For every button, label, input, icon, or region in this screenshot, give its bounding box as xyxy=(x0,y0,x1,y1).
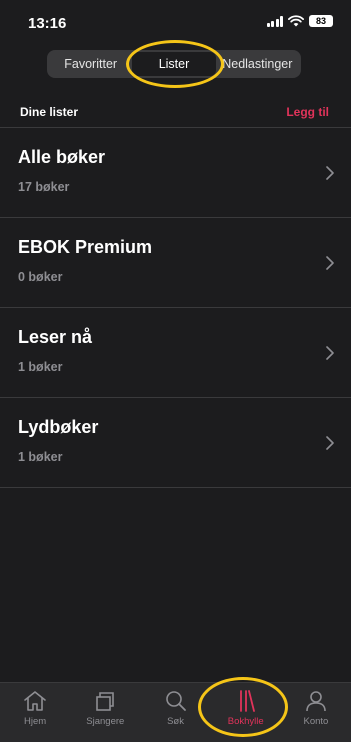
list-item-lydboker[interactable]: Lydbøker 1 bøker xyxy=(0,398,351,488)
list-item-leser-na[interactable]: Leser nå 1 bøker xyxy=(0,308,351,398)
tab-label: Bokhylle xyxy=(227,716,264,727)
tab-bokhylle[interactable]: Bokhylle xyxy=(211,683,281,742)
tab-label: Hjem xyxy=(24,716,47,727)
chevron-right-icon xyxy=(326,256,334,270)
genres-icon xyxy=(96,692,115,711)
tab-bar: Hjem Sjangere Søk Bokhylle Konto xyxy=(0,682,351,742)
list-item-count: 1 bøker xyxy=(18,360,63,374)
tab-label: Sjangere xyxy=(86,716,125,727)
status-bar: 13:16 83 xyxy=(0,0,351,44)
segment-lister[interactable]: Lister xyxy=(132,52,216,76)
list-item-title: Alle bøker xyxy=(18,147,106,167)
lists-header: Dine lister Legg til xyxy=(20,105,329,119)
account-icon xyxy=(306,691,326,712)
list-item-title: Leser nå xyxy=(18,327,93,347)
tab-label: Konto xyxy=(303,716,329,727)
lists-title: Dine lister xyxy=(20,105,79,119)
tab-hjem[interactable]: Hjem xyxy=(0,683,70,742)
add-list-button[interactable]: Legg til xyxy=(286,105,329,119)
status-icons: 83 xyxy=(266,15,333,27)
search-icon xyxy=(165,691,186,711)
list-item-title: Lydbøker xyxy=(18,417,99,437)
chevron-right-icon xyxy=(326,436,334,450)
list-item-title: EBOK Premium xyxy=(18,237,153,257)
home-icon xyxy=(24,691,46,711)
list-item-count: 1 bøker xyxy=(18,450,63,464)
wifi-icon xyxy=(288,15,304,27)
battery-icon: 83 xyxy=(309,15,333,27)
chevron-right-icon xyxy=(326,346,334,360)
bookshelf-icon xyxy=(239,690,255,712)
list-item-alle-boker[interactable]: Alle bøker 17 bøker xyxy=(0,128,351,218)
segmented-control: Favoritter Lister Nedlastinger xyxy=(47,50,301,78)
list-item-count: 0 bøker xyxy=(18,270,63,284)
segment-favoritter[interactable]: Favoritter xyxy=(49,52,132,76)
list-item-ebok-premium[interactable]: EBOK Premium 0 bøker xyxy=(0,218,351,308)
tab-sjangere[interactable]: Sjangere xyxy=(70,683,140,742)
list-item-count: 17 bøker xyxy=(18,180,70,194)
tab-konto[interactable]: Konto xyxy=(281,683,351,742)
tab-label: Søk xyxy=(167,716,184,727)
segment-nedlastinger[interactable]: Nedlastinger xyxy=(216,52,299,76)
chevron-right-icon xyxy=(326,166,334,180)
status-time: 13:16 xyxy=(28,15,67,32)
cellular-signal-icon xyxy=(266,15,283,27)
tab-sok[interactable]: Søk xyxy=(140,683,210,742)
lists: Alle bøker 17 bøker EBOK Premium 0 bøker… xyxy=(0,127,351,488)
